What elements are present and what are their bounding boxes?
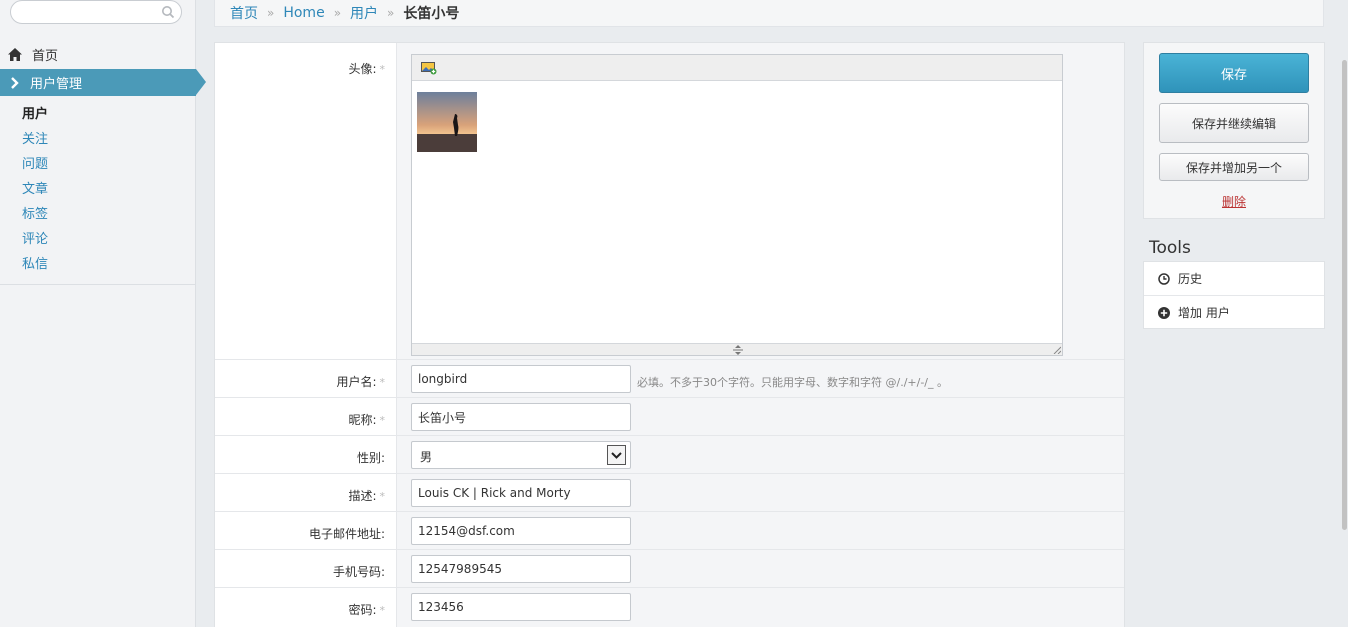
avatar-editor[interactable]	[411, 54, 1063, 356]
email-input[interactable]	[411, 517, 631, 545]
scrollbar[interactable]	[1340, 0, 1348, 627]
subnav-item-articles[interactable]: 文章	[0, 177, 196, 202]
row-divider	[215, 359, 1124, 360]
delete-link[interactable]: 删除	[1144, 193, 1324, 210]
tools-panel: 历史 增加 用户	[1143, 261, 1325, 329]
gender-select[interactable]: 男	[411, 441, 631, 469]
gender-label: 性别:	[215, 449, 397, 466]
nickname-label-text: 昵称:	[348, 413, 377, 427]
breadcrumb-model[interactable]: 用户	[350, 3, 378, 23]
required-mark: *	[379, 490, 386, 503]
tool-history-label: 历史	[1178, 272, 1203, 286]
search-icon[interactable]	[161, 5, 175, 19]
home-icon	[8, 47, 22, 61]
email-label: 电子邮件地址:	[215, 525, 397, 542]
tool-history[interactable]: 历史	[1144, 262, 1324, 295]
email-label-text: 电子邮件地址:	[308, 527, 385, 541]
scrollbar-thumb[interactable]	[1342, 60, 1347, 530]
username-label: 用户名: *	[215, 373, 397, 390]
breadcrumb-app[interactable]: Home	[283, 5, 324, 21]
required-mark: *	[379, 376, 386, 389]
required-mark: *	[379, 63, 386, 76]
nav-home-label: 首页	[32, 48, 59, 64]
row-divider	[215, 435, 1124, 436]
sidebar: 首页 用户管理 用户 关注 问题 文章 标签 评论 私信	[0, 0, 206, 627]
resize-handle-icon[interactable]	[732, 345, 744, 355]
corner-resize-icon[interactable]	[1053, 346, 1061, 354]
sidebar-divider	[0, 284, 196, 285]
password-label: 密码: *	[215, 601, 397, 618]
subnav-item-users[interactable]: 用户	[0, 102, 196, 127]
save-add-another-button[interactable]: 保存并增加另一个	[1159, 153, 1309, 181]
actions-panel: 保存 保存并继续编辑 保存并增加另一个 删除	[1143, 42, 1325, 219]
phone-input[interactable]	[411, 555, 631, 583]
tools-title: Tools	[1149, 238, 1191, 258]
avatar-image	[417, 92, 477, 152]
plus-circle-icon	[1158, 306, 1170, 319]
username-help: 必填。不多于30个字符。只能用字母、数字和字符 @/./+/-/_ 。	[637, 376, 948, 389]
editor-footer	[412, 343, 1062, 355]
chevron-down-icon[interactable]	[607, 445, 626, 465]
username-input[interactable]	[411, 365, 631, 393]
row-divider	[215, 549, 1124, 550]
gender-select-value: 男	[420, 450, 433, 464]
breadcrumb-separator: »	[387, 6, 395, 20]
breadcrumb-separator: »	[333, 6, 342, 20]
nickname-input[interactable]	[411, 403, 631, 431]
password-input[interactable]	[411, 593, 631, 621]
row-divider	[215, 511, 1124, 512]
tool-add-user[interactable]: 增加 用户	[1144, 296, 1324, 329]
subnav-item-questions[interactable]: 问题	[0, 152, 196, 177]
breadcrumb: 首页 » Home » 用户 » 长笛小号	[214, 0, 1324, 27]
description-label: 描述: *	[215, 487, 397, 504]
phone-label: 手机号码:	[215, 563, 397, 580]
required-mark: *	[379, 414, 386, 427]
gender-label-text: 性别:	[356, 451, 385, 465]
username-label-text: 用户名:	[336, 375, 377, 389]
avatar-label-text: 头像:	[348, 62, 377, 76]
tool-add-user-label: 增加 用户	[1178, 306, 1230, 320]
subnav-item-comments[interactable]: 评论	[0, 227, 196, 252]
chevron-right-icon	[11, 76, 19, 89]
nav-user-management-label: 用户管理	[30, 77, 83, 92]
required-mark: *	[379, 604, 386, 617]
nav-home[interactable]: 首页	[0, 42, 196, 66]
breadcrumb-current: 长笛小号	[403, 6, 460, 22]
phone-label-text: 手机号码:	[332, 565, 385, 579]
avatar-label: 头像: *	[215, 60, 397, 77]
breadcrumb-separator: »	[267, 6, 275, 20]
subnav-item-messages[interactable]: 私信	[0, 252, 196, 277]
subnav: 用户 关注 问题 文章 标签 评论 私信	[0, 102, 196, 277]
insert-image-icon[interactable]	[421, 61, 437, 75]
subnav-item-follows[interactable]: 关注	[0, 127, 196, 152]
editor-toolbar	[412, 55, 1062, 81]
description-input[interactable]	[411, 479, 631, 507]
search-input[interactable]	[10, 0, 182, 24]
breadcrumb-home[interactable]: 首页	[230, 3, 258, 23]
clock-icon	[1158, 272, 1170, 285]
description-label-text: 描述:	[348, 489, 377, 503]
row-divider	[215, 397, 1124, 398]
nickname-label: 昵称: *	[215, 411, 397, 428]
save-continue-button[interactable]: 保存并继续编辑	[1159, 103, 1309, 143]
nav-user-management[interactable]: 用户管理	[0, 69, 206, 96]
user-form: 头像: * 用户名: * longbird 必填。不多于30个字符。只能用字母、…	[214, 42, 1125, 627]
row-divider	[215, 473, 1124, 474]
save-button[interactable]: 保存	[1159, 53, 1309, 93]
subnav-item-tags[interactable]: 标签	[0, 202, 196, 227]
password-label-text: 密码:	[348, 603, 377, 617]
row-divider	[215, 587, 1124, 588]
